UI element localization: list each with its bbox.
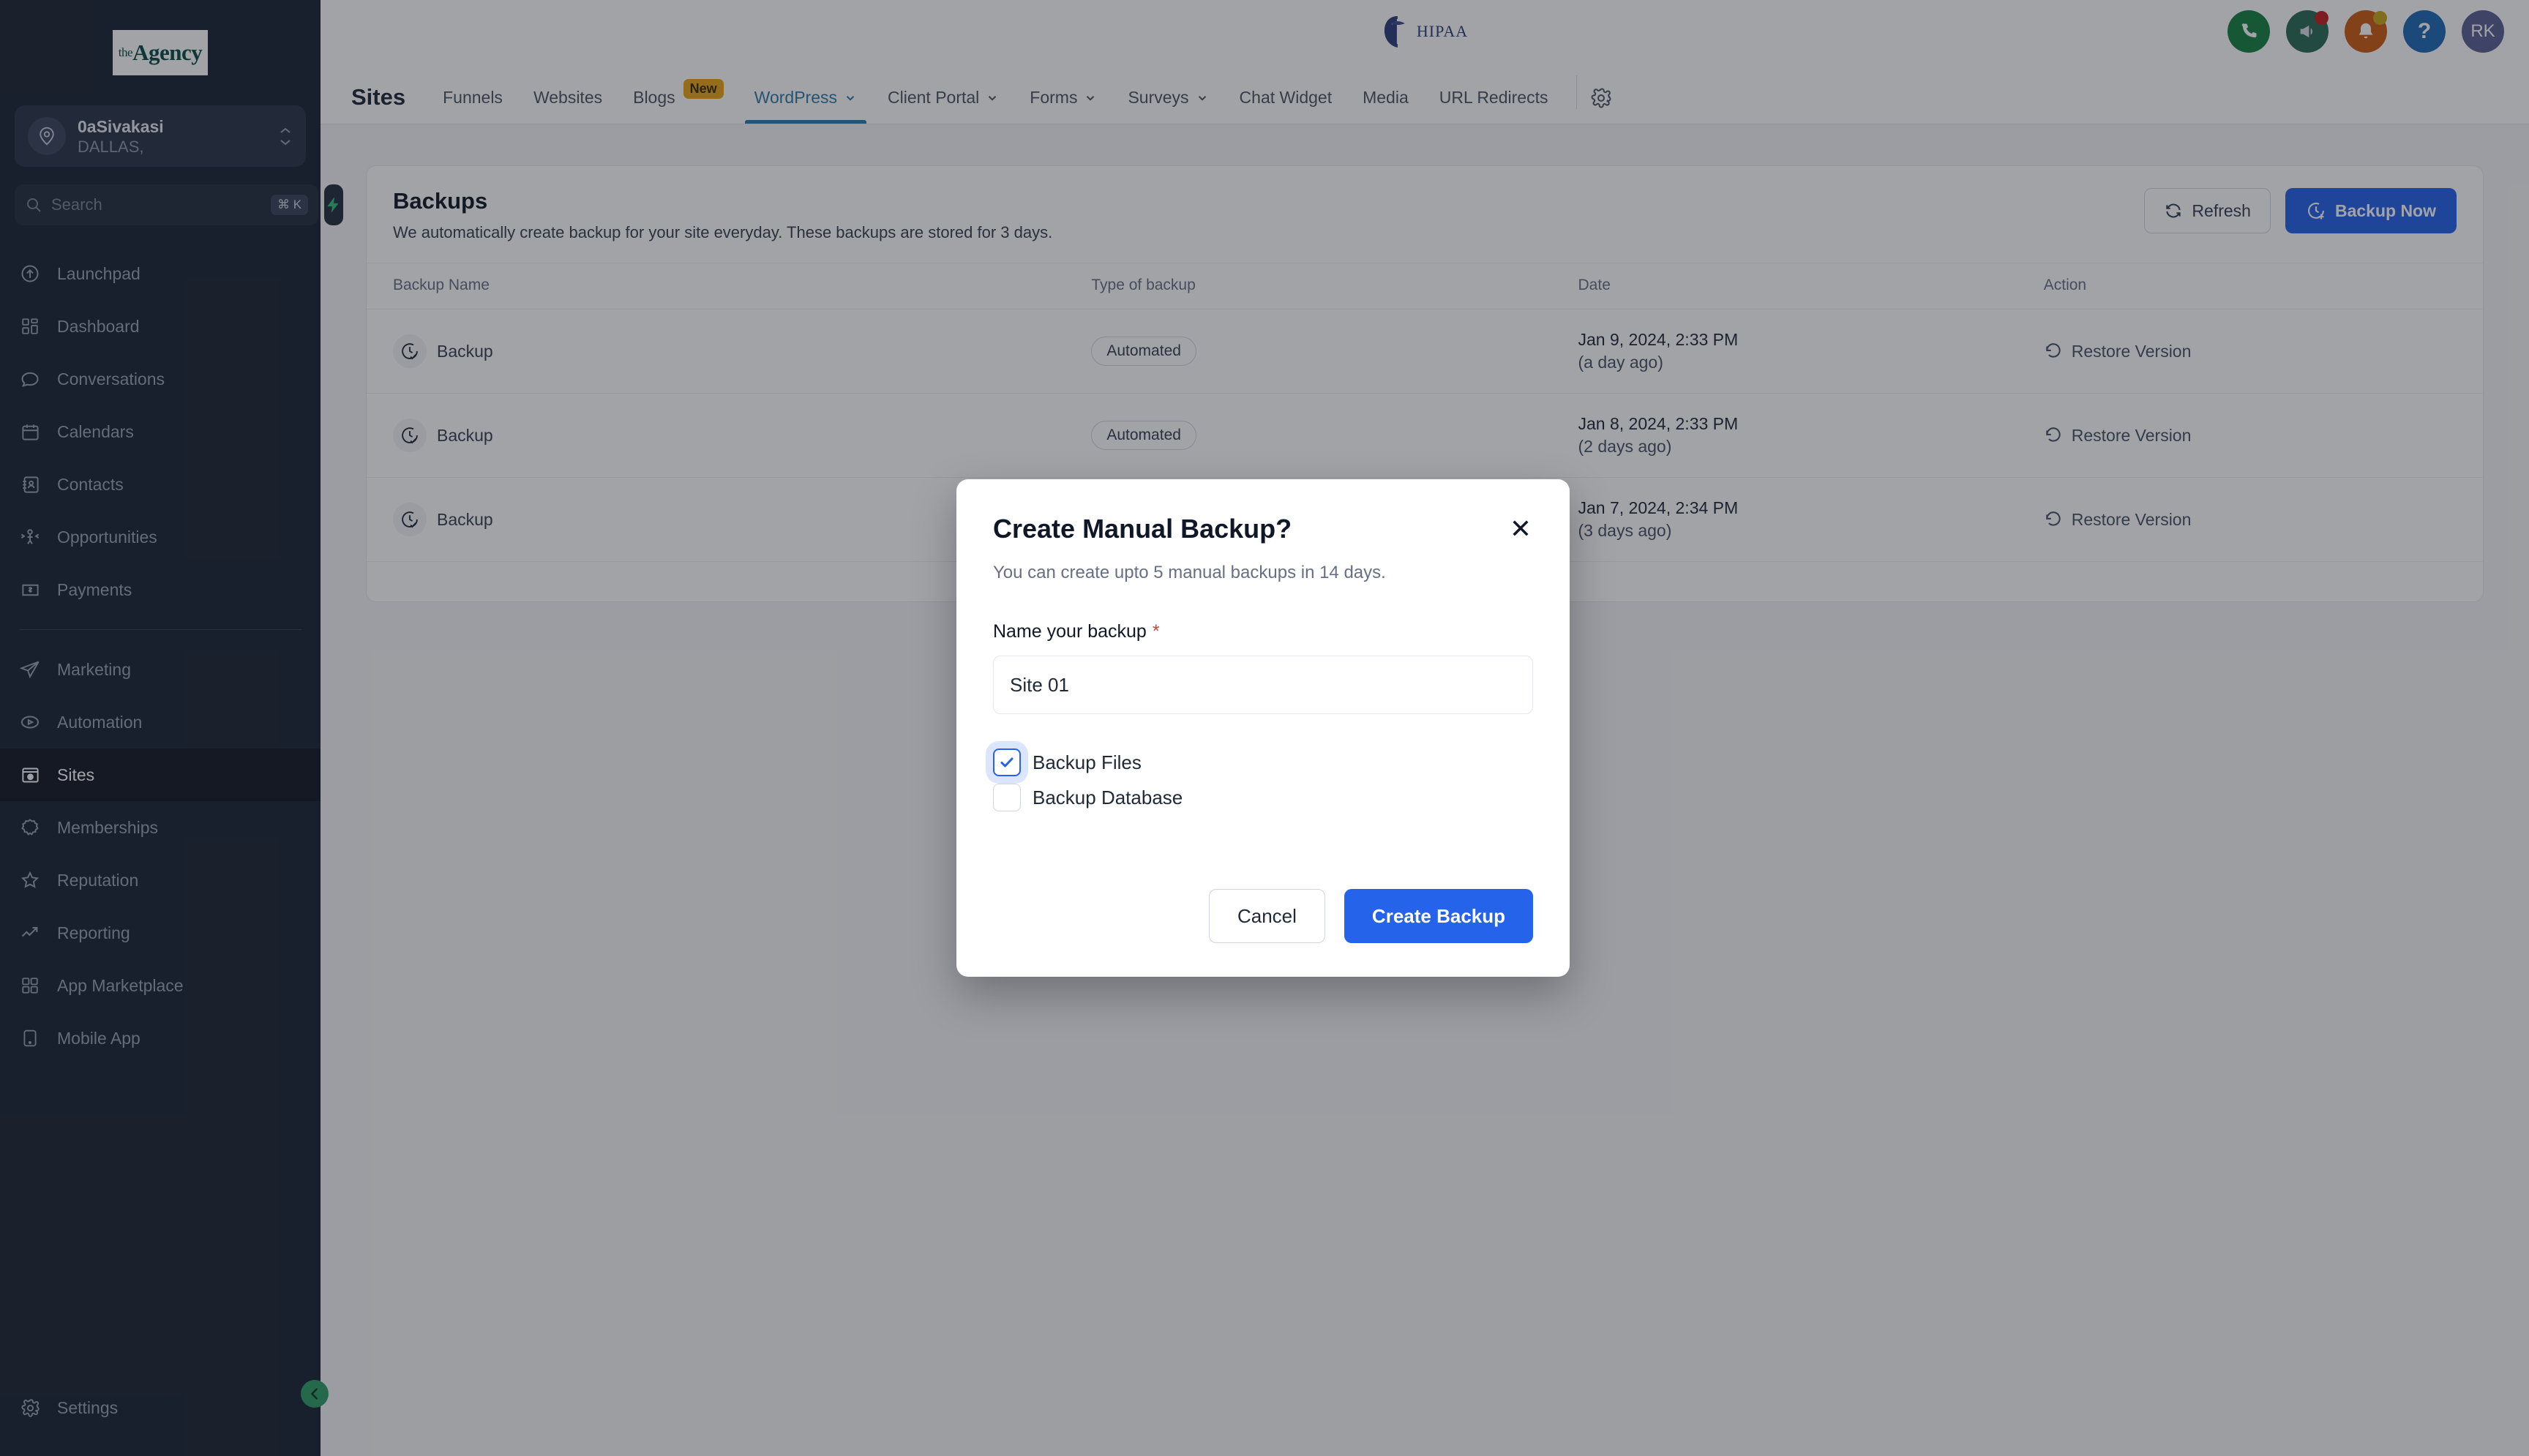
backup-options: Backup Files Backup Database: [993, 745, 1533, 815]
create-manual-backup-modal: Create Manual Backup? ✕ You can create u…: [956, 479, 1570, 977]
checkbox-label: Backup Files: [1033, 751, 1142, 773]
modal-title: Create Manual Backup?: [993, 514, 1292, 544]
modal-actions: Cancel Create Backup: [1208, 889, 1533, 943]
checkbox-backup-database[interactable]: Backup Database: [993, 780, 1533, 815]
modal-header: Create Manual Backup? ✕: [993, 513, 1533, 545]
checkbox-checked-icon[interactable]: [993, 748, 1021, 776]
checkbox-unchecked-icon[interactable]: [993, 784, 1021, 811]
backup-name-input[interactable]: [993, 656, 1533, 714]
backup-name-field-label: Name your backup *: [993, 621, 1533, 642]
create-backup-button[interactable]: Create Backup: [1344, 889, 1533, 943]
cancel-button[interactable]: Cancel: [1208, 889, 1325, 943]
checkbox-backup-files[interactable]: Backup Files: [993, 745, 1533, 780]
modal-subtitle: You can create upto 5 manual backups in …: [993, 563, 1386, 582]
close-icon[interactable]: ✕: [1508, 513, 1533, 545]
required-mark: *: [1152, 621, 1160, 642]
checkbox-label: Backup Database: [1033, 786, 1183, 808]
field-label-text: Name your backup: [993, 621, 1147, 642]
